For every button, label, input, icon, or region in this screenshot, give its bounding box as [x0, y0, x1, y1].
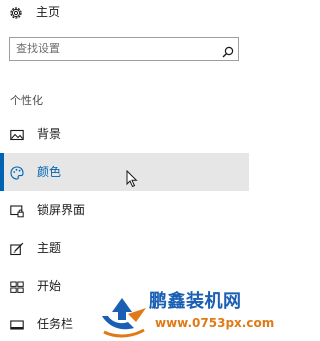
search-icon[interactable] [222, 43, 234, 58]
theme-brush-icon [10, 241, 24, 256]
site-watermark: 鹏鑫装机网 www.0753px.com [98, 288, 274, 341]
nav-item-label: 背景 [37, 127, 62, 141]
mouse-cursor-icon [126, 169, 138, 188]
palette-icon [10, 165, 24, 180]
watermark-logo-icon [98, 288, 150, 340]
nav-item-label: 锁屏界面 [37, 203, 86, 217]
image-icon [10, 127, 24, 141]
watermark-brand: 鹏鑫装机网 [149, 291, 242, 312]
gear-icon [9, 5, 23, 19]
selection-indicator [0, 153, 4, 191]
search-placeholder: 查找设置 [16, 42, 60, 55]
section-title: 个性化 [10, 94, 43, 107]
nav-item-label: 任务栏 [37, 317, 74, 331]
nav-item-themes[interactable]: 主题 [0, 229, 249, 267]
nav-item-label: 开始 [37, 279, 62, 293]
watermark-url: www.0753px.com [155, 316, 275, 330]
search-input[interactable]: 查找设置 [9, 37, 239, 61]
taskbar-icon [10, 317, 24, 331]
lock-screen-icon [10, 203, 24, 218]
nav-item-colors[interactable]: 颜色 [0, 153, 249, 191]
home-label: 主页 [36, 5, 61, 19]
start-grid-icon [10, 279, 24, 293]
nav-item-label: 主题 [37, 241, 62, 255]
nav-item-lock-screen[interactable]: 锁屏界面 [0, 191, 249, 229]
nav-item-background[interactable]: 背景 [0, 115, 249, 153]
nav-item-label: 颜色 [37, 165, 62, 179]
home-nav-item[interactable]: 主页 [0, 0, 249, 26]
